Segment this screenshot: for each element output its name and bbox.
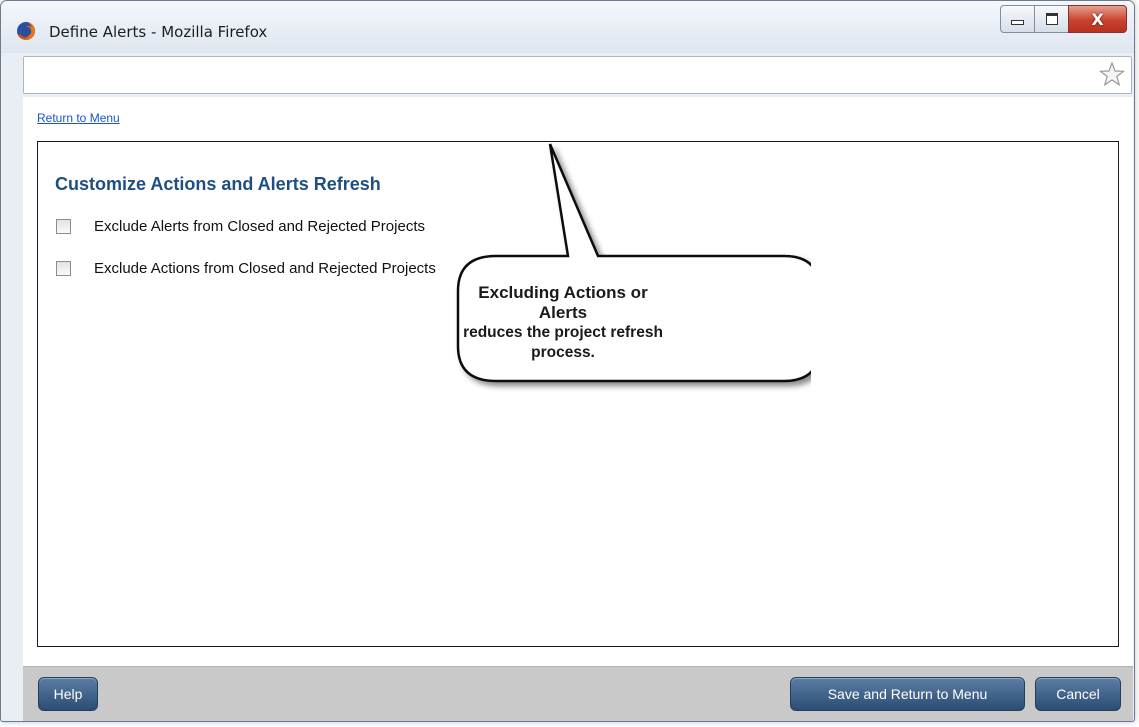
return-to-menu-link[interactable]: Return to Menu (37, 111, 120, 125)
exclude-actions-label: Exclude Actions from Closed and Rejected… (94, 260, 436, 277)
exclude-alerts-checkbox[interactable] (56, 219, 71, 234)
maximize-button[interactable] (1034, 5, 1068, 33)
footer-bar: Help Save and Return to Menu Cancel (23, 666, 1133, 721)
close-icon: X (1091, 9, 1104, 29)
option-exclude-actions[interactable]: Exclude Actions from Closed and Rejected… (56, 260, 436, 277)
help-button[interactable]: Help (38, 677, 98, 711)
callout-line-3: process. (531, 344, 595, 361)
callout-text: Excluding Actions or Alerts reduces the … (457, 283, 669, 363)
firefox-icon (17, 21, 36, 40)
option-exclude-alerts[interactable]: Exclude Alerts from Closed and Rejected … (56, 218, 425, 235)
callout-line-2: reduces the project refresh (463, 324, 663, 341)
browser-window: Define Alerts - Mozilla Firefox X Return… (0, 0, 1135, 722)
exclude-actions-checkbox[interactable] (56, 261, 71, 276)
cancel-button[interactable]: Cancel (1035, 677, 1121, 711)
maximize-icon (1045, 13, 1058, 25)
title-bar[interactable]: Define Alerts - Mozilla Firefox X (1, 1, 1134, 53)
section-title: Customize Actions and Alerts Refresh (55, 174, 381, 194)
callout-line-1: Excluding Actions or Alerts (478, 283, 648, 322)
minimize-icon (1011, 19, 1024, 25)
address-bar[interactable] (23, 56, 1132, 94)
window-controls: X (1000, 5, 1127, 33)
close-button[interactable]: X (1068, 5, 1127, 33)
window-title: Define Alerts - Mozilla Firefox (49, 23, 268, 41)
star-icon[interactable] (1099, 61, 1125, 87)
exclude-alerts-label: Exclude Alerts from Closed and Rejected … (94, 218, 425, 235)
minimize-button[interactable] (1000, 5, 1034, 33)
save-and-return-button[interactable]: Save and Return to Menu (790, 677, 1025, 711)
